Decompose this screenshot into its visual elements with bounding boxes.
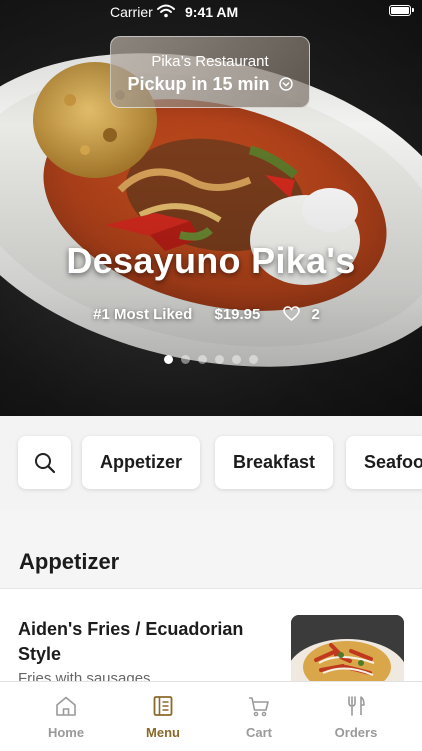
- carousel-dot[interactable]: [181, 355, 190, 364]
- clock: 9:41 AM: [185, 4, 239, 20]
- tab-bar: Home Menu Cart Orders: [0, 681, 422, 751]
- status-bar: Carrier 9:41 AM: [0, 0, 422, 26]
- hero-banner[interactable]: Carrier 9:41 AM Pika’s Restaurant Pickup…: [0, 0, 422, 416]
- tab-orders[interactable]: Orders: [308, 682, 404, 751]
- featured-badge: #1 Most Liked: [93, 306, 193, 323]
- carousel-dot[interactable]: [249, 355, 258, 364]
- restaurant-selector[interactable]: Pika’s Restaurant Pickup in 15 min: [110, 36, 310, 108]
- orders-icon: [348, 696, 365, 716]
- tab-cart-label: Cart: [245, 725, 272, 740]
- tab-home[interactable]: Home: [18, 682, 114, 751]
- home-icon: [56, 696, 76, 716]
- featured-dish-title: Desayuno Pika's: [66, 240, 356, 281]
- cart-icon: [249, 697, 269, 717]
- like-button[interactable]: 2: [282, 306, 329, 323]
- tab-menu-label: Menu: [146, 725, 180, 740]
- carousel-dots[interactable]: [0, 351, 422, 369]
- featured-price: $19.95: [214, 306, 261, 323]
- category-chip-breakfast[interactable]: Breakfast: [215, 436, 334, 489]
- battery-icon: [389, 5, 414, 16]
- category-chip-seafood[interactable]: Seafood: [346, 436, 422, 489]
- wifi-icon: [157, 4, 175, 18]
- tab-menu[interactable]: Menu: [115, 682, 211, 751]
- tab-orders-label: Orders: [334, 725, 378, 740]
- menu-item-name: Aiden's Fries / Ecuadorian Style: [18, 619, 244, 664]
- tab-cart[interactable]: Cart: [211, 682, 307, 751]
- like-count: 2: [311, 306, 320, 323]
- carousel-dot[interactable]: [164, 355, 173, 364]
- search-button[interactable]: [18, 436, 71, 489]
- menu-icon: [153, 696, 173, 716]
- category-chip-appetizer[interactable]: Appetizer: [82, 436, 201, 489]
- carousel-dot[interactable]: [215, 355, 224, 364]
- carousel-dot[interactable]: [198, 355, 207, 364]
- section-title: Appetizer: [19, 549, 120, 574]
- search-icon: [34, 452, 55, 473]
- heart-icon: [282, 306, 300, 322]
- carousel-dot[interactable]: [232, 355, 241, 364]
- pickup-time: Pickup in 15 min: [111, 74, 309, 95]
- pickup-label: Pickup in 15 min: [127, 74, 270, 94]
- restaurant-name: Pika’s Restaurant: [151, 53, 269, 70]
- chevron-down-icon: [278, 77, 293, 91]
- tab-home-label: Home: [47, 725, 85, 740]
- category-bar: Appetizer Breakfast Seafood: [0, 416, 422, 510]
- featured-dish-meta: #1 Most Liked $19.95 2: [0, 306, 422, 323]
- menu-item[interactable]: Aiden's Fries / Ecuadorian Style Fries w…: [0, 588, 422, 695]
- carrier-label: Carrier: [110, 4, 153, 20]
